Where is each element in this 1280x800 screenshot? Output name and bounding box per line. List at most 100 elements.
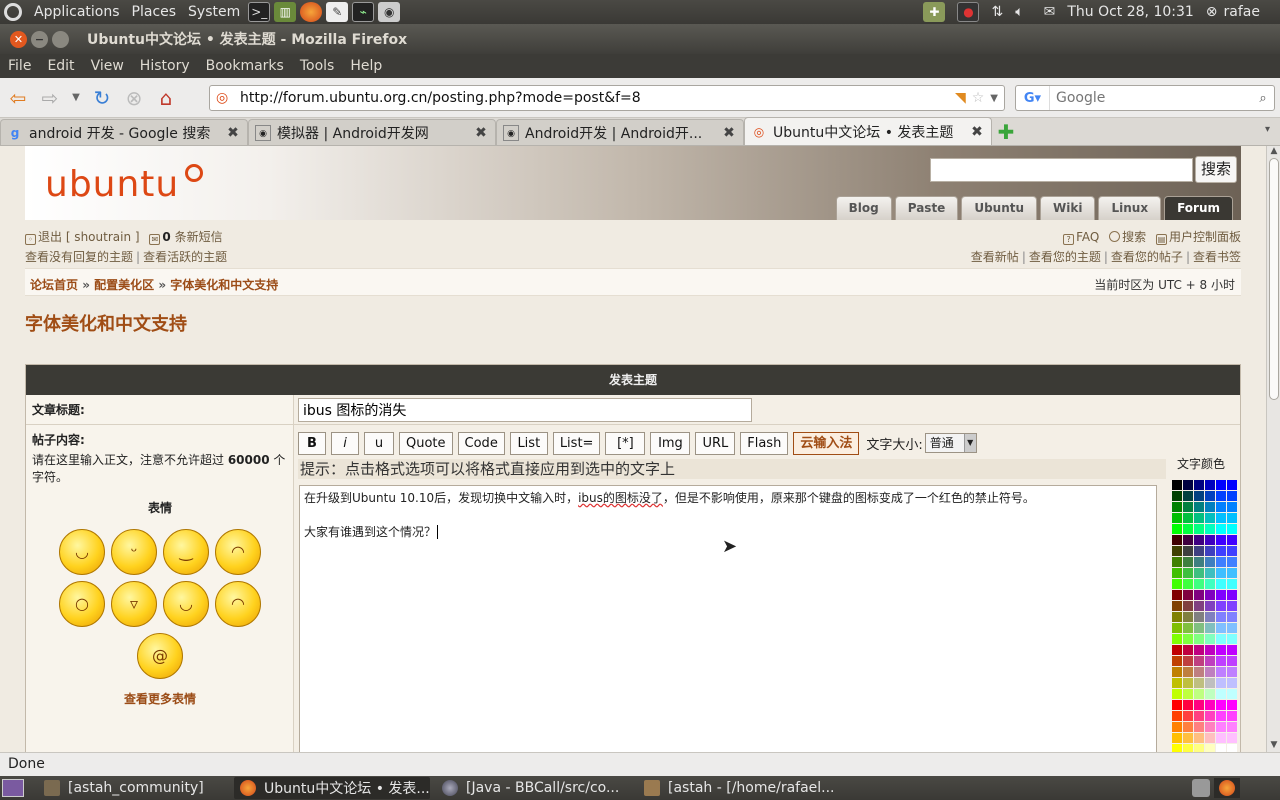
ordered-list-button[interactable]: List= (552, 431, 601, 455)
list-button[interactable]: List (509, 431, 548, 455)
terminal-launcher-icon[interactable]: >_ (248, 2, 271, 22)
color-swatch[interactable] (1194, 601, 1204, 611)
color-swatch[interactable] (1194, 656, 1204, 666)
color-swatch[interactable] (1205, 689, 1215, 699)
color-swatch[interactable] (1227, 524, 1237, 534)
book-launcher-icon[interactable]: ▥ (274, 2, 297, 22)
active-topics-link[interactable]: 查看活跃的主题 (143, 250, 227, 264)
color-swatch[interactable] (1227, 535, 1237, 545)
color-swatch[interactable] (1205, 634, 1215, 644)
color-swatch[interactable] (1216, 667, 1226, 677)
color-swatch[interactable] (1216, 491, 1226, 501)
color-swatch[interactable] (1227, 689, 1237, 699)
smiley-shy-icon[interactable]: ◡ (59, 529, 105, 575)
color-swatch[interactable] (1216, 733, 1226, 743)
url-text[interactable]: http://forum.ubuntu.org.cn/posting.php?m… (240, 90, 955, 106)
color-swatch[interactable] (1205, 579, 1215, 589)
vertical-scrollbar[interactable]: ▲ ▼ (1266, 146, 1280, 752)
color-swatch[interactable] (1194, 678, 1204, 688)
cloud-ime-button[interactable]: 云输入法 (793, 431, 860, 455)
new-posts-link[interactable]: 查看新帖 (971, 250, 1019, 264)
color-swatch[interactable] (1172, 733, 1182, 743)
color-swatch[interactable] (1205, 546, 1215, 556)
history-dropdown-icon[interactable]: ▼ (68, 84, 84, 112)
color-swatch[interactable] (1183, 579, 1193, 589)
color-swatch[interactable] (1227, 700, 1237, 710)
url-button[interactable]: URL (695, 431, 736, 455)
color-swatch[interactable] (1172, 491, 1182, 501)
menu-history[interactable]: History (132, 58, 198, 74)
color-swatch[interactable] (1194, 689, 1204, 699)
bold-button[interactable]: B (298, 431, 326, 455)
color-swatch[interactable] (1216, 700, 1226, 710)
color-swatch[interactable] (1183, 524, 1193, 534)
color-swatch[interactable] (1194, 491, 1204, 501)
tab-emulator[interactable]: ◉ 模拟器 | Android开发网 ✖ (248, 119, 496, 145)
color-swatch[interactable] (1205, 568, 1215, 578)
color-swatch[interactable] (1194, 645, 1204, 655)
site-tab-paste[interactable]: Paste (894, 196, 959, 220)
color-swatch[interactable] (1216, 689, 1226, 699)
color-swatch[interactable] (1227, 546, 1237, 556)
url-bar[interactable]: ◎ http://forum.ubuntu.org.cn/posting.php… (209, 85, 1005, 111)
color-swatch[interactable] (1183, 513, 1193, 523)
system-menu[interactable]: System (182, 0, 246, 24)
color-swatch[interactable] (1172, 502, 1182, 512)
color-swatch[interactable] (1216, 546, 1226, 556)
ubuntu-logo[interactable]: ubuntu (45, 164, 179, 205)
color-swatch[interactable] (1205, 491, 1215, 501)
ucp-link[interactable]: 用户控制面板 (1169, 230, 1241, 244)
color-swatch[interactable] (1183, 546, 1193, 556)
color-swatch[interactable] (1205, 623, 1215, 633)
color-swatch[interactable] (1183, 722, 1193, 732)
your-topics-link[interactable]: 查看您的主题 (1029, 250, 1101, 264)
show-desktop-icon[interactable] (2, 779, 24, 797)
color-swatch[interactable] (1205, 480, 1215, 490)
img-button[interactable]: Img (650, 431, 691, 455)
list-item-button[interactable]: [*] (605, 431, 646, 455)
color-swatch[interactable] (1227, 579, 1237, 589)
record-indicator-icon[interactable]: ● (957, 2, 980, 22)
bookmark-star-icon[interactable]: ☆ (972, 90, 985, 106)
color-swatch[interactable] (1194, 513, 1204, 523)
color-swatch[interactable] (1227, 502, 1237, 512)
color-swatch[interactable] (1205, 656, 1215, 666)
tab-google-search[interactable]: g android 开发 - Google 搜索 ✖ (0, 119, 248, 145)
color-swatch[interactable] (1183, 700, 1193, 710)
firefox-launcher-icon[interactable] (300, 2, 323, 22)
color-swatch[interactable] (1227, 744, 1237, 752)
task-astah-community[interactable]: [astah_community] (38, 777, 228, 799)
color-swatch[interactable] (1172, 601, 1182, 611)
color-swatch[interactable] (1194, 557, 1204, 567)
window-titlebar[interactable]: ✕ − Ubuntu中文论坛 • 发表主题 - Mozilla Firefox (0, 24, 1280, 54)
color-swatch[interactable] (1205, 700, 1215, 710)
color-swatch[interactable] (1194, 744, 1204, 752)
trash-icon[interactable] (1192, 779, 1210, 797)
color-swatch[interactable] (1183, 634, 1193, 644)
flash-button[interactable]: Flash (740, 431, 789, 455)
ubuntu-menu-icon[interactable] (4, 3, 22, 21)
color-swatch[interactable] (1194, 568, 1204, 578)
color-swatch[interactable] (1216, 722, 1226, 732)
color-swatch[interactable] (1227, 612, 1237, 622)
color-swatch[interactable] (1205, 678, 1215, 688)
color-swatch[interactable] (1205, 612, 1215, 622)
color-swatch[interactable] (1216, 612, 1226, 622)
italic-button[interactable]: i (331, 431, 359, 455)
bookmarks-link[interactable]: 查看书签 (1193, 250, 1241, 264)
menu-tools[interactable]: Tools (292, 58, 343, 74)
forward-icon[interactable]: ⇨ (36, 84, 64, 112)
color-swatch[interactable] (1183, 491, 1193, 501)
color-swatch[interactable] (1227, 491, 1237, 501)
close-window-icon[interactable]: ✕ (10, 30, 27, 48)
smiley-tongue-icon[interactable]: ᵕ (111, 529, 157, 575)
color-swatch[interactable] (1205, 524, 1215, 534)
scroll-down-icon[interactable]: ▼ (1267, 740, 1280, 752)
color-swatch[interactable] (1183, 557, 1193, 567)
tab-android-dev[interactable]: ◉ Android开发 | Android开... ✖ (496, 119, 744, 145)
color-swatch[interactable] (1194, 524, 1204, 534)
close-tab-icon[interactable]: ✖ (473, 125, 489, 141)
post-body-textarea[interactable]: 在升级到Ubuntu 10.10后，发现切换中文输入时，ibus的图标没了，但是… (299, 485, 1157, 752)
color-swatch[interactable] (1172, 557, 1182, 567)
smiley-giggle-icon[interactable]: ◠ (215, 581, 261, 627)
